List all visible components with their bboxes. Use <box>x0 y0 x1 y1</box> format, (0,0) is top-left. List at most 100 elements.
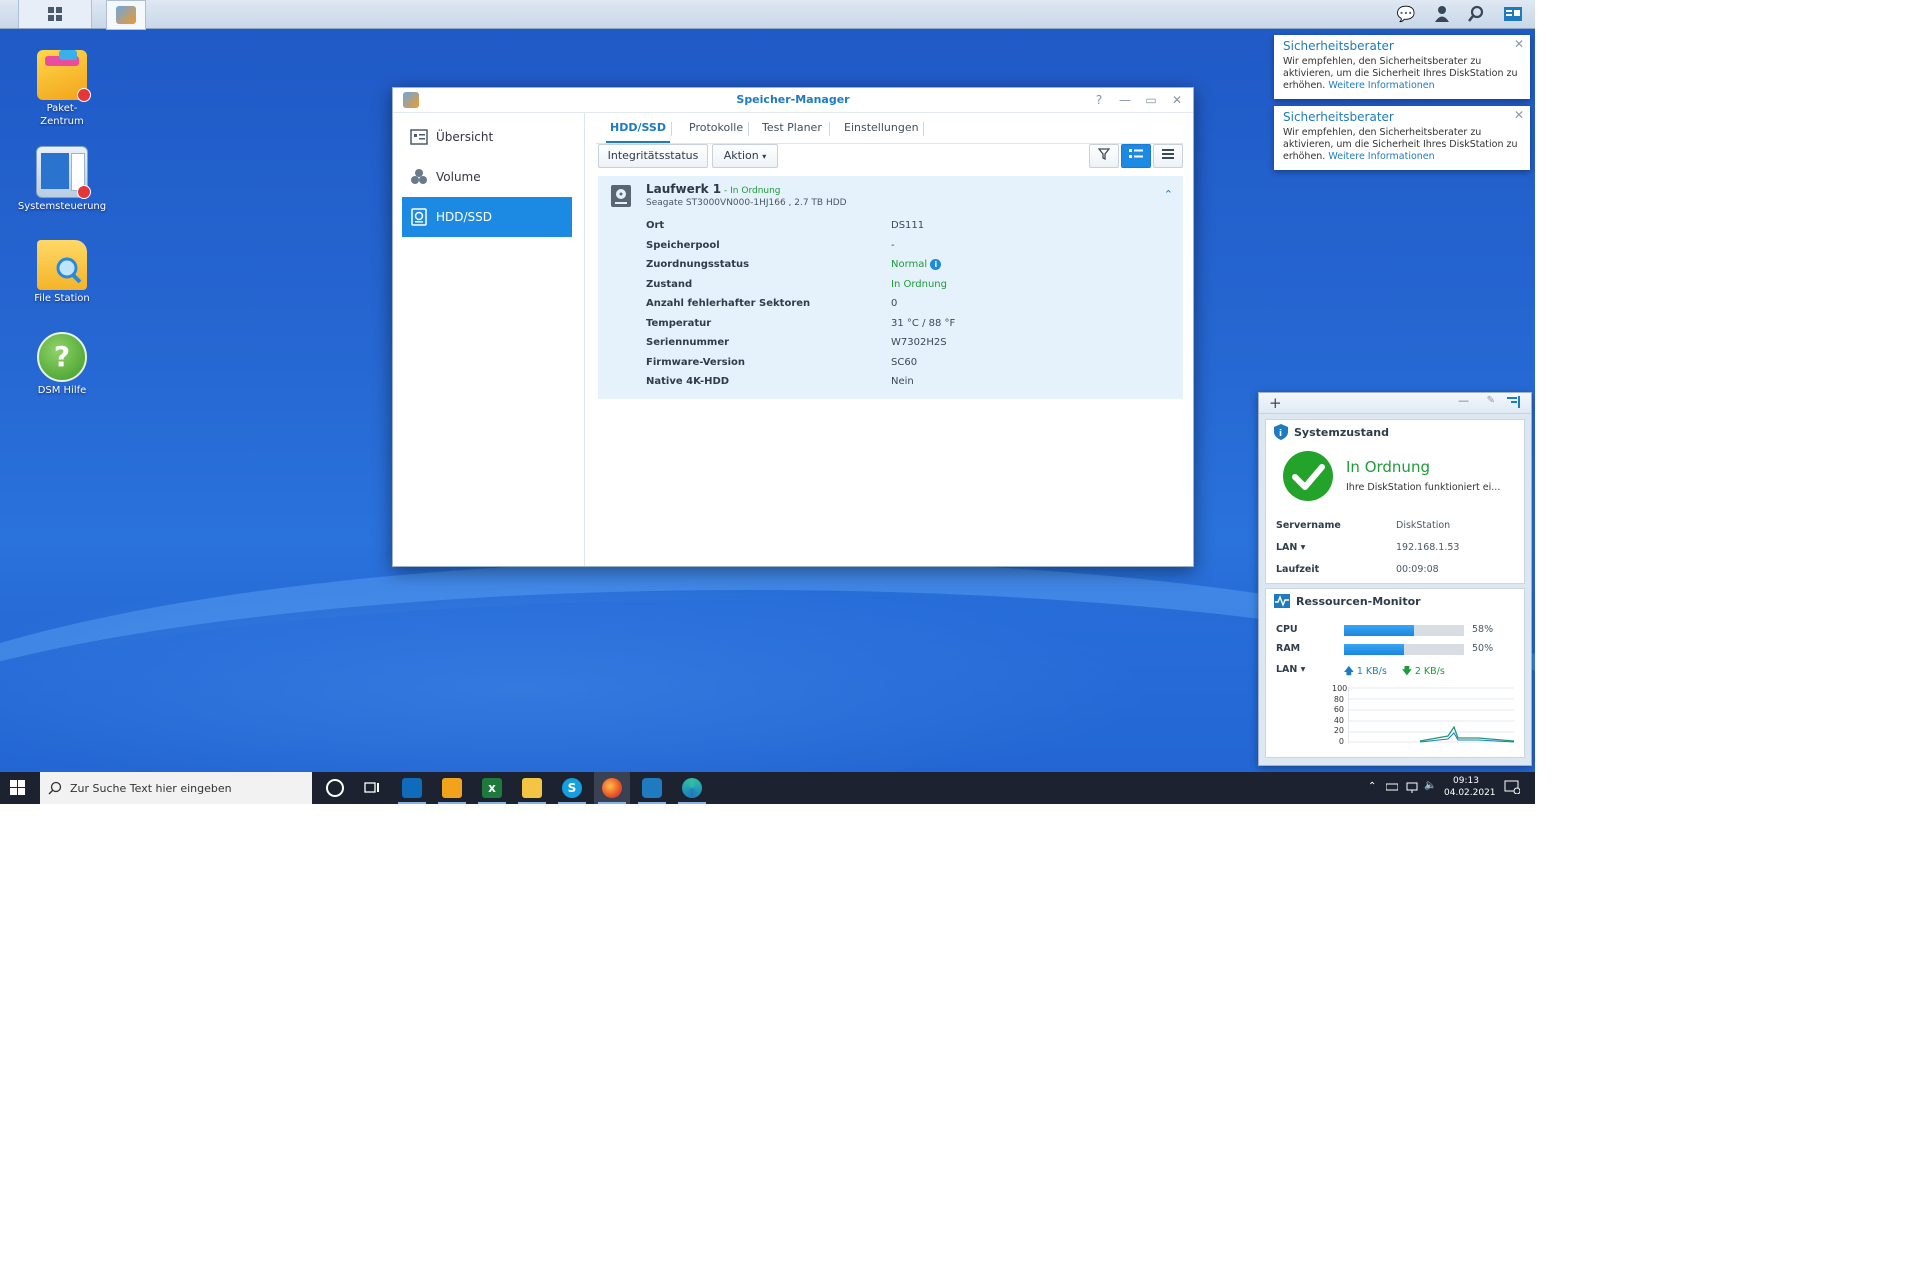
property-key: Seriennummer <box>646 337 730 348</box>
more-info-link[interactable]: Weitere Informationen <box>1328 151 1434 162</box>
main-menu-button[interactable] <box>18 0 92 28</box>
notification-body: Wir empfehlen, den Sicherheitsberater zu… <box>1283 127 1520 163</box>
drive-title: Laufwerk 1 - In Ordnung <box>646 182 781 196</box>
action-label: Aktion <box>723 149 759 162</box>
firefox-icon[interactable] <box>602 778 622 798</box>
user-button[interactable] <box>1432 0 1452 28</box>
excel-icon[interactable]: x <box>482 778 502 798</box>
file-explorer-icon[interactable] <box>522 778 542 798</box>
screen: 💬 Paket- Zentrum Systemsteuerung File St… <box>0 0 1535 804</box>
panel-toggle-icon[interactable] <box>1507 396 1521 411</box>
tray-drive-icon[interactable] <box>1385 782 1399 795</box>
action-dropdown[interactable]: Aktion ▾ <box>712 144 778 168</box>
integrity-status-button[interactable]: Integritätsstatus <box>598 144 708 168</box>
notification-title: Sicherheitsberater <box>1283 110 1394 124</box>
chat-button[interactable]: 💬 <box>1396 0 1416 28</box>
action-center-icon[interactable] <box>1504 780 1521 797</box>
detail-view-button[interactable] <box>1121 144 1151 168</box>
taskbar-storage-manager[interactable] <box>106 0 146 30</box>
tab-hdd-ssd[interactable]: HDD/SSD <box>606 113 670 143</box>
maximize-icon[interactable]: ▭ <box>1143 92 1159 108</box>
more-info-link[interactable]: Weitere Informationen <box>1328 80 1434 91</box>
info-icon[interactable]: i <box>930 259 942 270</box>
task-view-icon[interactable] <box>364 780 380 799</box>
notification-security-advisor[interactable]: Sicherheitsberater ✕ Wir empfehlen, den … <box>1274 35 1530 99</box>
desktop-icon-systemsteuerung[interactable]: Systemsteuerung <box>12 146 112 213</box>
hdd-icon <box>611 185 631 207</box>
minimize-icon[interactable]: — <box>1458 394 1469 407</box>
list-view-button[interactable] <box>1153 144 1183 168</box>
tab-divider <box>923 122 924 136</box>
svg-text:i: i <box>1279 429 1282 439</box>
close-icon[interactable]: ✕ <box>1514 108 1524 122</box>
tab-einstellungen[interactable]: Einstellungen <box>844 113 919 143</box>
pin-icon[interactable]: ✎ <box>1487 395 1495 406</box>
clock[interactable]: 09:13 04.02.2021 <box>1444 775 1496 799</box>
notes-app-icon[interactable] <box>442 778 462 798</box>
chart-y-axis: 100 80 60 40 20 0 <box>1332 684 1348 748</box>
outlook-icon[interactable] <box>402 778 422 798</box>
desktop-icon-label: File Station <box>34 293 90 304</box>
lan-selector[interactable]: LAN ▾ <box>1276 664 1305 675</box>
folder-icon <box>37 240 87 290</box>
storage-manager-window: Speicher-Manager ? — ▭ ✕ Übersicht Volum… <box>392 87 1194 567</box>
overview-icon <box>410 129 428 145</box>
sidebar-item-uebersicht[interactable]: Übersicht <box>402 117 572 157</box>
tab-test-planer[interactable]: Test Planer <box>762 113 822 143</box>
cortana-icon[interactable] <box>326 779 344 797</box>
widget-resource-monitor: Ressourcen-Monitor CPU 58% RAM 50% LAN ▾… <box>1265 588 1525 758</box>
close-icon[interactable]: ✕ <box>1514 37 1524 51</box>
active-indicator <box>478 802 506 804</box>
notification-security-advisor[interactable]: Sicherheitsberater ✕ Wir empfehlen, den … <box>1274 106 1530 170</box>
caret-down-icon: ▾ <box>762 152 767 161</box>
sidebar-item-label: Volume <box>436 170 481 184</box>
desktop-icon-label: Paket- Zentrum <box>40 103 84 127</box>
sidebar-item-hdd-ssd[interactable]: HDD/SSD <box>402 197 572 237</box>
network-icon[interactable] <box>1406 781 1418 796</box>
lan-selector[interactable]: LAN ▾ <box>1276 542 1305 553</box>
tab-bar: HDD/SSD Protokolle Test Planer Einstellu… <box>596 113 1183 144</box>
info-key: Laufzeit <box>1276 564 1320 575</box>
chart-tick: 100 <box>1332 684 1348 693</box>
filter-button[interactable] <box>1089 144 1119 168</box>
notification-title: Sicherheitsberater <box>1283 39 1394 53</box>
add-widget-icon[interactable]: + <box>1269 394 1282 412</box>
desktop-icon-file-station[interactable]: File Station <box>12 240 112 305</box>
property-key: Native 4K-HDD <box>646 376 730 387</box>
widgets-button[interactable] <box>1500 0 1526 28</box>
edge-icon[interactable] <box>682 778 702 798</box>
window-title: Speicher-Manager <box>736 93 850 106</box>
collapse-chevron-icon[interactable]: ⌃ <box>1164 188 1173 201</box>
property-key: Zuordnungsstatus <box>646 259 750 270</box>
volume-icon[interactable]: 🔈 <box>1424 780 1436 791</box>
tray-chevron-icon[interactable]: ⌃ <box>1368 781 1376 792</box>
windows-logo-icon <box>10 780 25 795</box>
property-key: Anzahl fehlerhafter Sektoren <box>646 298 811 309</box>
desktop-icon-dsm-hilfe[interactable]: ? DSM Hilfe <box>12 332 112 397</box>
drive-panel[interactable]: Laufwerk 1 - In Ordnung Seagate ST3000VN… <box>598 176 1183 399</box>
taskbar-search-box[interactable]: Zur Suche Text hier eingeben <box>40 772 312 804</box>
window-titlebar[interactable]: Speicher-Manager ? — ▭ ✕ <box>393 88 1193 113</box>
desktop-icon-paket-zentrum[interactable]: Paket- Zentrum <box>12 50 112 128</box>
help-icon[interactable]: ? <box>1091 92 1107 108</box>
user-icon <box>1435 6 1449 22</box>
shield-icon: i <box>1274 424 1288 440</box>
skype-icon[interactable]: S <box>562 778 582 798</box>
chart-tick: 60 <box>1333 705 1344 715</box>
property-key: Zustand <box>646 279 693 290</box>
drive-name: Laufwerk 1 <box>646 182 722 196</box>
close-icon[interactable]: ✕ <box>1169 92 1185 108</box>
tab-protokolle[interactable]: Protokolle <box>689 113 743 143</box>
minimize-icon[interactable]: — <box>1117 92 1133 108</box>
cpu-value: 58% <box>1472 624 1494 635</box>
search-button[interactable] <box>1466 0 1486 28</box>
drive-status: - In Ordnung <box>721 186 781 196</box>
download-line <box>1419 725 1514 742</box>
start-button[interactable] <box>10 780 26 799</box>
widget-header: Ressourcen-Monitor <box>1266 589 1524 613</box>
sidebar: Übersicht Volume HDD/SSD <box>393 113 585 566</box>
sidebar-item-volume[interactable]: Volume <box>402 157 572 197</box>
property-value: 31 °C / 88 °F <box>891 318 956 329</box>
property-value: Nein <box>891 376 914 387</box>
synology-assistant-icon[interactable] <box>642 778 662 798</box>
